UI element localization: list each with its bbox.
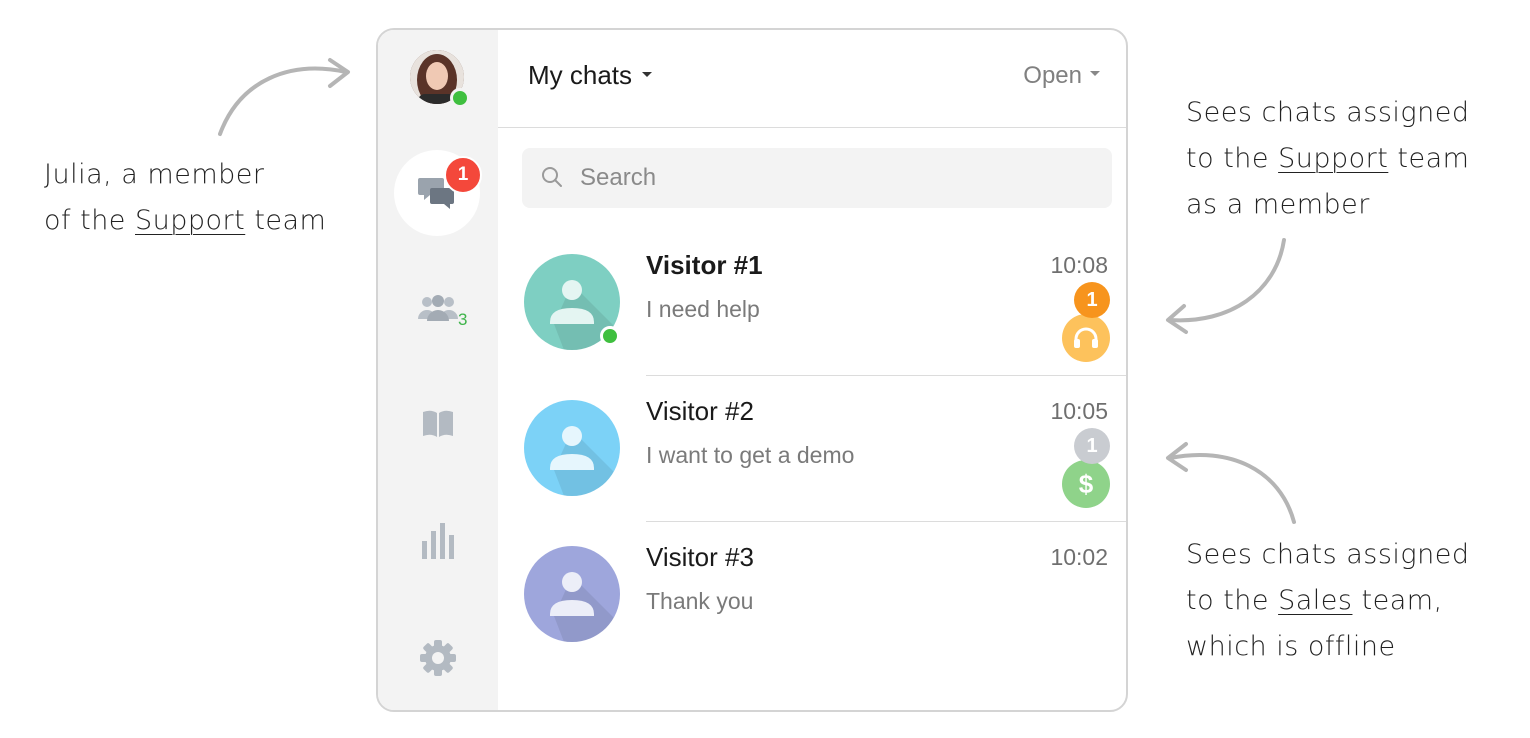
headset-icon	[1062, 314, 1110, 362]
annotation-julia-team: Support	[135, 205, 246, 236]
visitor-online-indicator	[600, 326, 620, 346]
message-time: 10:05	[1050, 398, 1108, 424]
unread-badge: 1	[1074, 428, 1110, 464]
annotation-support-line1: Sees chats assigned	[1186, 97, 1470, 128]
visitor-name: Visitor #3	[646, 542, 754, 572]
chat-view-selector[interactable]: My chats	[528, 60, 653, 91]
last-message: Thank you	[646, 588, 754, 614]
annotation-julia: Julia, a member of the Support team	[44, 152, 326, 244]
annotation-support-line2-post: team	[1388, 143, 1470, 174]
person-icon	[550, 426, 620, 496]
chat-list-item[interactable]: Visitor #3 Thank you 10:02	[498, 522, 1126, 668]
visitor-name: Visitor #1	[646, 250, 763, 280]
last-message: I need help	[646, 296, 760, 322]
chat-list-item[interactable]: Visitor #2 I want to get a demo 10:05 $ …	[498, 376, 1126, 522]
visitor-avatar	[524, 546, 620, 642]
arrow-to-support-chat	[1166, 238, 1286, 334]
annotation-support-line3: as a member	[1186, 189, 1370, 220]
chevron-down-icon	[642, 71, 653, 77]
sidebar: 1 3	[378, 30, 498, 710]
annotation-support: Sees chats assigned to the Support team …	[1186, 90, 1470, 228]
unread-badge: 1	[1074, 282, 1110, 318]
annotation-sales: Sees chats assigned to the Sales team, w…	[1186, 532, 1470, 670]
team-icon[interactable]	[416, 292, 460, 324]
chat-list-panel: My chats Open Visitor #1	[498, 30, 1126, 710]
annotation-support-line2-pre: to the	[1186, 143, 1279, 174]
chevron-down-icon	[1090, 71, 1100, 77]
chat-list-header: My chats Open	[498, 30, 1126, 128]
teams-count: 3	[458, 310, 468, 329]
annotation-sales-line2: to the Sales team,	[1186, 578, 1470, 624]
message-time: 10:08	[1050, 252, 1108, 278]
search-input[interactable]	[580, 148, 1080, 208]
annotation-support-team: Support	[1278, 143, 1389, 174]
annotation-sales-line2-pre: to the	[1186, 585, 1279, 616]
message-time: 10:02	[1050, 544, 1108, 570]
annotation-julia-line2-post: team	[245, 205, 327, 236]
annotation-sales-team: Sales	[1278, 585, 1353, 616]
annotation-sales-line3: which is offline	[1186, 631, 1396, 662]
arrow-to-sales-chat	[1166, 442, 1296, 524]
user-online-indicator	[450, 88, 470, 108]
chat-list-item[interactable]: Visitor #1 I need help 10:08 1	[498, 230, 1126, 376]
search-icon	[542, 167, 562, 187]
chat-app-window: 1 3 My chats Open Search Visitor #1 I ne…	[376, 28, 1128, 712]
status-filter-dropdown[interactable]: Open	[1023, 62, 1100, 90]
annotation-support-line2: to the Support team	[1186, 136, 1470, 182]
annotation-julia-line2-pre: of the	[44, 205, 135, 236]
search-box	[522, 148, 1112, 208]
gear-icon[interactable]	[418, 638, 458, 678]
annotation-julia-line1: Julia, a member	[44, 159, 265, 190]
annotation-sales-line1: Sees chats assigned	[1186, 539, 1470, 570]
chats-unread-badge: 1	[444, 156, 482, 194]
chat-view-selector-label: My chats	[528, 60, 633, 90]
arrow-to-avatar	[218, 58, 350, 136]
bar-chart-icon[interactable]	[420, 520, 456, 560]
visitor-avatar	[524, 400, 620, 496]
dollar-icon: $	[1062, 460, 1110, 508]
book-icon[interactable]	[420, 408, 456, 440]
annotation-julia-line2: of the Support team	[44, 198, 326, 244]
visitor-name: Visitor #2	[646, 396, 754, 426]
annotation-sales-line2-post: team,	[1352, 585, 1443, 616]
person-icon	[550, 572, 620, 642]
status-filter-label: Open	[1023, 62, 1082, 89]
last-message: I want to get a demo	[646, 442, 855, 468]
